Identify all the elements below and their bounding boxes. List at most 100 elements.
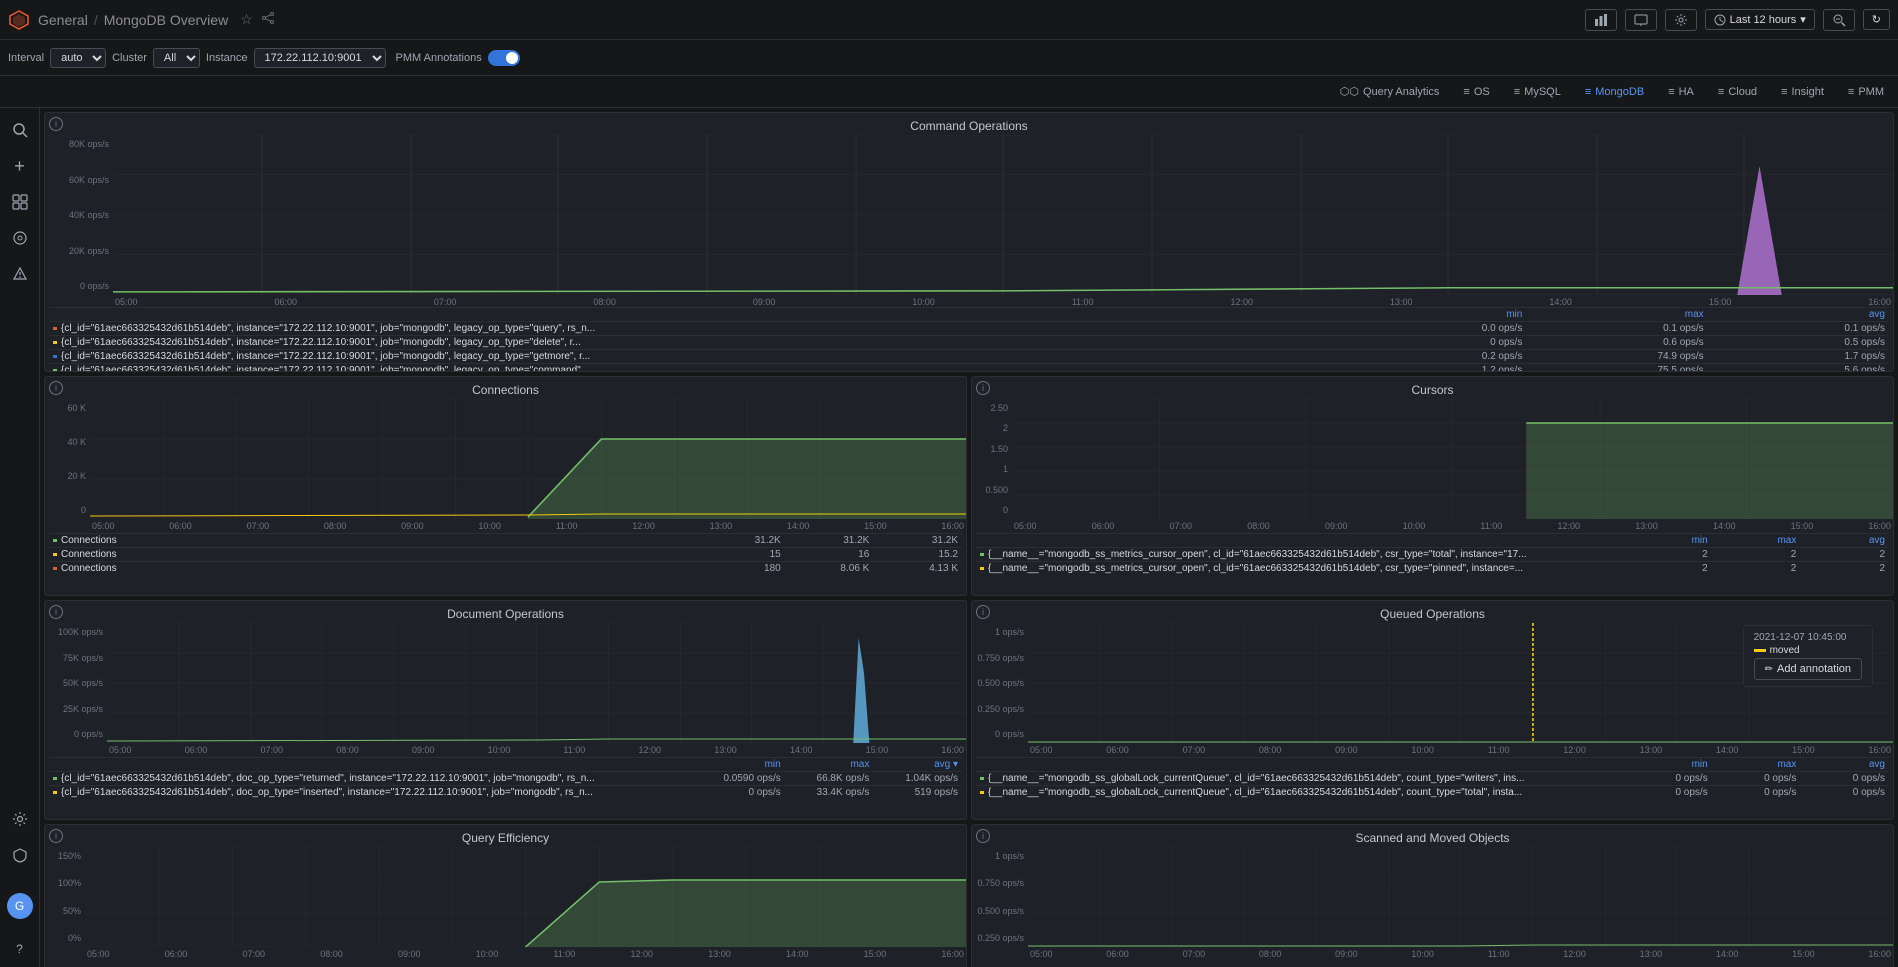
cursors-chart-svg [1012, 399, 1893, 519]
doc-legend-label-2: {cl_id="61aec663325432d61b514deb", doc_o… [57, 786, 696, 800]
breadcrumb-separator: / [94, 12, 98, 28]
query-analytics-icon: ⬡⬡ [1340, 85, 1359, 98]
cursor-legend-label-1: {__name__="mongodb_ss_metrics_cursor_ope… [984, 548, 1623, 562]
cmd-legend-label: {cl_id="61aec663325432d61b514deb", insta… [57, 336, 1345, 350]
settings-btn[interactable] [1665, 9, 1697, 31]
queued-avg-2: 0 ops/s [1800, 786, 1889, 800]
y-label-20k: 20K ops/s [47, 246, 109, 256]
legend-avg-3: 4.13 K [873, 562, 962, 576]
queued-legend-label-1: {__name__="mongodb_ss_globalLock_current… [984, 772, 1623, 786]
doc-avg-1: 1.04K ops/s [873, 772, 962, 786]
x-label: 13:00 [1390, 297, 1413, 307]
pmm-annotations-toggle: PMM Annotations [396, 50, 520, 66]
cmd-legend-label: {cl_id="61aec663325432d61b514deb", insta… [57, 322, 1345, 336]
cmd-legend-color [53, 341, 57, 344]
cmd-legend-color [53, 369, 57, 372]
quick-nav-cloud[interactable]: ≡ Cloud [1712, 82, 1763, 102]
queued-col-min: min [1623, 758, 1712, 772]
queued-min-1: 0 ops/s [1623, 772, 1712, 786]
star-icon[interactable]: ☆ [240, 11, 253, 28]
connections-legend: Connections 31.2K 31.2K 31.2K Connection… [45, 531, 966, 577]
cmd-legend-color [53, 327, 57, 330]
cursors-legend: min max avg {__name__="mongodb_ss_metric… [972, 531, 1893, 577]
legend-max-3: 8.06 K [785, 562, 874, 576]
legend-max-1: 31.2K [785, 534, 874, 548]
sidebar-shield[interactable] [6, 841, 34, 869]
time-range-label: Last 12 hours [1730, 14, 1797, 26]
legend-min-3: 180 [696, 562, 785, 576]
queued-legend-row-1: {__name__="mongodb_ss_globalLock_current… [976, 772, 1889, 786]
scanned-chart-container: 1 ops/s 0.750 ops/s 0.500 ops/s 0.250 op… [972, 847, 1893, 947]
queued-max-1: 0 ops/s [1712, 772, 1801, 786]
cmd-ops-chart-svg [113, 135, 1893, 295]
scanned-chart-svg [1028, 847, 1893, 947]
quick-nav-mysql[interactable]: ≡ MySQL [1508, 82, 1567, 102]
quick-nav: ⬡⬡ Query Analytics ≡ OS ≡ MySQL ≡ MongoD… [0, 76, 1898, 108]
app-logo [8, 9, 30, 31]
cmd-legend-min: 0 ops/s [1345, 336, 1526, 350]
share-icon[interactable] [261, 11, 275, 28]
mongodb-icon: ≡ [1585, 86, 1591, 98]
zoom-out-btn[interactable] [1823, 9, 1855, 31]
cmd-legend-row: {cl_id="61aec663325432d61b514deb", insta… [49, 350, 1889, 364]
toggle-knob [506, 52, 518, 64]
doc-ops-y-axis: 100K ops/s 75K ops/s 50K ops/s 25K ops/s… [45, 623, 107, 743]
quick-nav-ha[interactable]: ≡ HA [1662, 82, 1700, 102]
quick-nav-mongodb[interactable]: ≡ MongoDB [1579, 82, 1650, 102]
doc-max-1: 66.8K ops/s [785, 772, 874, 786]
cmd-legend-max: 0.6 ops/s [1526, 336, 1707, 350]
sidebar-compass[interactable] [6, 224, 34, 252]
connections-chart-container: 60 K 40 K 20 K 0 [45, 399, 966, 519]
quick-nav-query-analytics[interactable]: ⬡⬡ Query Analytics [1334, 81, 1446, 102]
interval-select[interactable]: auto 1m5m10m [50, 48, 106, 68]
graph-icon-btn[interactable] [1585, 9, 1617, 31]
panel-query-efficiency: i Query Efficiency 150% 100% 50% 0% [44, 824, 967, 967]
x-label: 07:00 [434, 297, 457, 307]
doc-avg-2: 519 ops/s [873, 786, 962, 800]
col-max: max [1526, 308, 1707, 322]
legend-label-2: Connections [57, 548, 696, 562]
pmm-toggle-switch[interactable] [488, 50, 520, 66]
cmd-ops-title: Command Operations [45, 113, 1893, 135]
refresh-btn[interactable]: ↻ [1863, 9, 1890, 30]
cursors-col-max: max [1712, 534, 1801, 548]
add-annotation-btn[interactable]: ✏ Add annotation [1754, 658, 1862, 680]
quick-nav-pmm[interactable]: ≡ PMM [1842, 82, 1890, 102]
instance-label: Instance [206, 52, 248, 64]
x-label: 05:00 [115, 297, 138, 307]
cluster-select[interactable]: All [153, 48, 200, 68]
sidebar-add[interactable]: + [6, 152, 34, 180]
sidebar-search[interactable] [6, 116, 34, 144]
legend-color-2 [53, 553, 57, 556]
sidebar-help[interactable]: ? [6, 935, 34, 963]
time-range-btn[interactable]: Last 12 hours ▾ [1705, 9, 1815, 30]
x-label: 16:00 [1868, 297, 1891, 307]
connections-chart-svg [90, 399, 966, 519]
cmd-legend-avg: 0.1 ops/s [1708, 322, 1889, 336]
cmd-legend-min: 0.2 ops/s [1345, 350, 1526, 364]
queued-ops-chart-container: 1 ops/s 0.750 ops/s 0.500 ops/s 0.250 op… [972, 623, 1893, 743]
display-btn[interactable] [1625, 9, 1657, 31]
y-label-80k: 80K ops/s [47, 139, 109, 149]
user-avatar[interactable]: G [7, 893, 33, 919]
instance-select[interactable]: 172.22.112.10:9001 [254, 48, 386, 68]
sidebar-grid[interactable] [6, 188, 34, 216]
connections-title: Connections [45, 377, 966, 399]
quick-nav-os[interactable]: ≡ OS [1457, 82, 1495, 102]
x-label: 14:00 [1549, 297, 1572, 307]
cmd-legend-min: 1.2 ops/s [1345, 364, 1526, 373]
annotation-label-row: moved [1754, 645, 1862, 656]
x-label: 12:00 [1231, 297, 1254, 307]
chevron-down-icon: ▾ [1800, 13, 1806, 26]
x-label: 15:00 [1709, 297, 1732, 307]
row-3: i Document Operations 100K ops/s 75K ops… [44, 600, 1894, 820]
sidebar-alert[interactable] [6, 260, 34, 288]
cmd-legend-color [53, 355, 57, 358]
cursors-y-axis: 2.50 2 1.50 1 0.500 0 [972, 399, 1012, 519]
add-annotation-label: Add annotation [1777, 663, 1851, 675]
quick-nav-insight[interactable]: ≡ Insight [1775, 82, 1830, 102]
queued-ops-y-axis: 1 ops/s 0.750 ops/s 0.500 ops/s 0.250 op… [972, 623, 1028, 743]
cursor-avg-2: 2 [1800, 562, 1889, 576]
annotation-label: moved [1770, 645, 1800, 656]
sidebar-settings[interactable] [6, 805, 34, 833]
